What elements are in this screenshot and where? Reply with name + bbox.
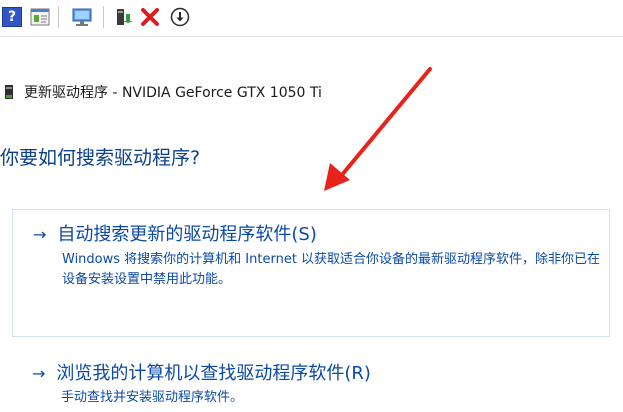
auto-search-option-header: → 自动搜索更新的驱动程序软件(S) [33,223,317,247]
browse-computer-option-title: 浏览我的计算机以查找驱动程序软件(R) [56,363,371,384]
help-glyph: ? [7,9,17,25]
arrow-right-icon: → [32,364,46,383]
scan-hardware-icon[interactable] [71,7,92,27]
browse-computer-option[interactable]: → 浏览我的计算机以查找驱动程序软件(R) 手动查找并安装驱动程序软件。 [12,358,610,410]
auto-search-option[interactable]: → 自动搜索更新的驱动程序软件(S) Windows 将搜索你的计算机和 Int… [12,209,610,337]
auto-search-option-description: Windows 将搜索你的计算机和 Internet 以获取适合你设备的最新驱动… [62,252,601,287]
arrow-right-icon: → [33,225,47,244]
disable-device-icon[interactable] [170,7,190,27]
browse-computer-option-header: → 浏览我的计算机以查找驱动程序软件(R) [32,362,371,386]
search-question-heading: 你要如何搜索驱动程序? [0,147,201,169]
help-icon[interactable]: ? [2,7,22,27]
graphics-card-icon [5,85,13,99]
dialog-title: 更新驱动程序 - NVIDIA GeForce GTX 1050 Ti [24,85,322,101]
update-driver-icon[interactable] [114,7,134,27]
uninstall-icon[interactable] [140,7,160,27]
device-heading: 更新驱动程序 - NVIDIA GeForce GTX 1050 Ti [5,82,322,102]
device-manager-toolbar: ? [0,0,623,37]
properties-icon[interactable] [30,7,50,27]
toolbar-separator [58,6,59,28]
auto-search-option-title: 自动搜索更新的驱动程序软件(S) [57,224,317,245]
update-driver-window: ? 更新驱动程序 - NVIDIA GeForce GTX 1050 Ti 你要… [0,0,623,412]
browse-computer-option-description: 手动查找并安装驱动程序软件。 [61,390,244,405]
red-annotation-arrow-icon [324,67,432,191]
toolbar-separator [103,6,104,28]
